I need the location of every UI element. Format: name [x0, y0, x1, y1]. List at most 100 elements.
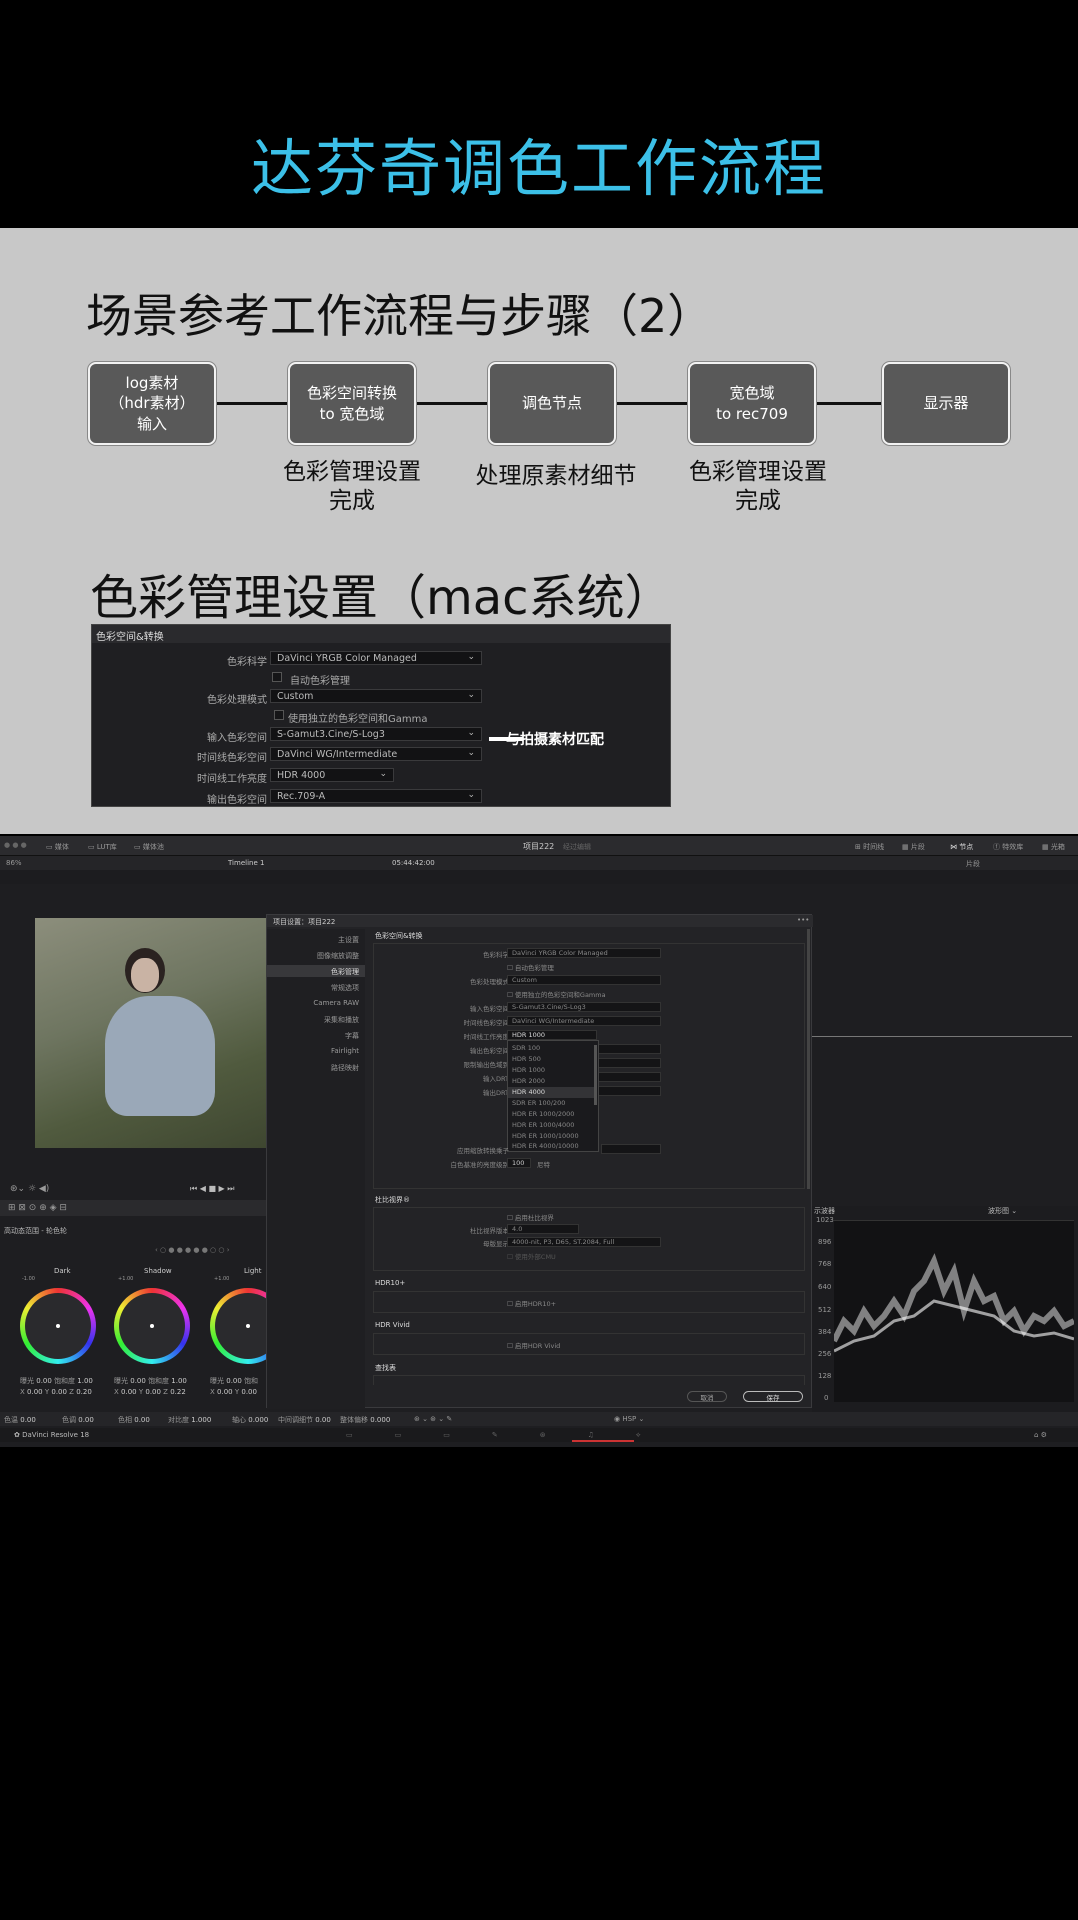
- effects-button[interactable]: ⓕ 特效库: [993, 842, 1023, 852]
- sidebar-item-subtitles[interactable]: 字幕: [345, 1031, 359, 1041]
- color-science-select[interactable]: DaVinci YRGB Color Managed: [507, 948, 661, 958]
- row-label: 母版显示: [483, 1240, 509, 1248]
- wheel-center[interactable]: [56, 1324, 60, 1328]
- sidebar-item-color-management[interactable]: 色彩管理: [331, 967, 359, 977]
- dropdown-scrollbar[interactable]: [594, 1045, 597, 1105]
- cm-check-label: 自动色彩管理: [290, 676, 350, 687]
- param-temp[interactable]: 色温 0.00: [4, 1415, 36, 1425]
- param-offset[interactable]: 整体偏移 0.000: [340, 1415, 390, 1425]
- nodes-button[interactable]: ⋈ 节点: [950, 842, 973, 852]
- window-controls[interactable]: ● ● ●: [4, 841, 27, 849]
- sidebar-item-scaling[interactable]: 图像缩放调整: [317, 951, 359, 961]
- vivid-enable-check[interactable]: ☐ 启用HDR Vivid: [507, 1340, 560, 1350]
- auto-color-check[interactable]: ☐ 自动色彩管理: [507, 962, 554, 972]
- white-level-input[interactable]: 100: [507, 1158, 531, 1168]
- playback-controls[interactable]: ⏮ ◀ ■ ▶ ⏭: [190, 1184, 234, 1194]
- input-colorspace-select[interactable]: S-Gamut3.Cine/S-Log3 ⌄: [270, 727, 482, 741]
- external-cmu-check[interactable]: ☐ 使用外部CMU: [507, 1251, 556, 1261]
- timeline-colorspace-select[interactable]: DaVinci WG/Intermediate ⌄: [270, 747, 482, 761]
- limit-gamut-select[interactable]: [597, 1058, 661, 1068]
- dropdown-option[interactable]: HDR ER 1000/2000: [512, 1110, 574, 1118]
- processing-mode-select[interactable]: Custom: [507, 975, 661, 985]
- output-colorspace-select[interactable]: [597, 1044, 661, 1054]
- vivid-section-title: HDR Vivid: [375, 1321, 410, 1329]
- dolby-enable-check[interactable]: ☐ 启用杜比视界: [507, 1212, 554, 1222]
- sidebar-item-camera-raw[interactable]: Camera RAW: [313, 999, 359, 1007]
- sidebar-item-capture[interactable]: 采集和播放: [324, 1015, 359, 1025]
- mediapool-button[interactable]: ▭ 媒体池: [134, 842, 164, 852]
- timeline-colorspace-select[interactable]: DaVinci WG/Intermediate: [507, 1016, 661, 1026]
- scale-select[interactable]: [601, 1144, 661, 1154]
- color-wheel-shadow[interactable]: [114, 1288, 190, 1364]
- axis-tick: 512: [818, 1306, 832, 1314]
- auto-color-checkbox[interactable]: [272, 672, 282, 682]
- row-label: 输入DRT: [482, 1075, 509, 1083]
- dropdown-option[interactable]: HDR ER 1000/4000: [512, 1121, 574, 1129]
- dropdown-option[interactable]: HDR 1000: [512, 1066, 545, 1074]
- color-science-select[interactable]: DaVinci YRGB Color Managed ⌄: [270, 651, 482, 665]
- node-line: [812, 1036, 1072, 1037]
- chevron-down-icon: ⌄: [467, 728, 475, 738]
- axis-tick: 768: [818, 1260, 832, 1268]
- lut-button[interactable]: ▭ LUT库: [88, 842, 117, 852]
- wheel-params[interactable]: 曝光 0.00 饱和: [210, 1376, 258, 1386]
- playback-options-icon[interactable]: ⊛⌄ ☼ ◀): [10, 1184, 49, 1194]
- home-settings-icons[interactable]: ⌂ ⚙: [1034, 1431, 1047, 1439]
- hdr10-enable-check[interactable]: ☐ 启用HDR10+: [507, 1298, 556, 1308]
- dropdown-option[interactable]: HDR ER 1000/10000: [512, 1132, 579, 1140]
- color-page-tab[interactable]: [572, 1428, 634, 1442]
- wheel-xy[interactable]: X 0.00 Y 0.00: [210, 1388, 257, 1396]
- dropdown-option[interactable]: HDR 4000: [512, 1088, 545, 1096]
- wheel-center[interactable]: [150, 1324, 154, 1328]
- param-contrast[interactable]: 对比度 1.000: [168, 1415, 211, 1425]
- processing-mode-select[interactable]: Custom ⌄: [270, 689, 482, 703]
- separate-gamma-check[interactable]: ☐ 使用独立的色彩空间和Gamma: [507, 989, 606, 999]
- wheel-params[interactable]: 曝光 0.00 饱和度 1.00: [114, 1376, 187, 1386]
- wheel-xy[interactable]: X 0.00 Y 0.00 Z 0.22: [114, 1388, 186, 1396]
- dropdown-option[interactable]: HDR 2000: [512, 1077, 545, 1085]
- timeline-view-button[interactable]: ⊞ 时间线: [855, 842, 884, 852]
- timeline-luminance-select[interactable]: HDR 4000 ⌄: [270, 768, 394, 782]
- color-wheel-dark[interactable]: [20, 1288, 96, 1364]
- dolby-version-select[interactable]: 4.0: [507, 1224, 579, 1234]
- save-button[interactable]: 保存: [743, 1391, 803, 1402]
- clip-filter[interactable]: 片段: [966, 859, 980, 869]
- lightbox-button[interactable]: ▦ 光箱: [1042, 842, 1065, 852]
- subject-dress: [105, 996, 215, 1116]
- separate-gamma-checkbox[interactable]: [274, 710, 284, 720]
- sidebar-item-path-mapping[interactable]: 路径映射: [331, 1063, 359, 1073]
- clips-button[interactable]: ▦ 片段: [902, 842, 925, 852]
- curve-tools-icons[interactable]: ⊛ ⌄ ⊛ ⌄ ✎: [414, 1415, 452, 1423]
- wheel-xy[interactable]: X 0.00 Y 0.00 Z 0.20: [20, 1388, 92, 1396]
- timeline-luminance-select[interactable]: HDR 1000: [507, 1030, 597, 1040]
- more-icon[interactable]: •••: [797, 916, 809, 924]
- grading-tools-icons[interactable]: ⊞ ⊠ ⊙ ⊕ ◈ ⊟: [8, 1203, 67, 1213]
- zoom-select[interactable]: 86%: [6, 859, 22, 867]
- dropdown-option[interactable]: SDR 100: [512, 1044, 540, 1052]
- media-button[interactable]: ▭ 媒体: [46, 842, 69, 852]
- dialog-scrollbar[interactable]: [807, 929, 810, 1189]
- sidebar-item-general-options[interactable]: 常规选项: [331, 983, 359, 993]
- sidebar-item-general[interactable]: 主设置: [338, 935, 359, 945]
- input-colorspace-select[interactable]: S-Gamut3.Cine/S-Log3: [507, 1002, 661, 1012]
- hsp-select[interactable]: ◉ HSP ⌄: [614, 1415, 644, 1423]
- wheel-params[interactable]: 曝光 0.00 饱和度 1.00: [20, 1376, 93, 1386]
- wheel-center[interactable]: [246, 1324, 250, 1328]
- input-drt-select[interactable]: [597, 1072, 661, 1082]
- timeline-select[interactable]: Timeline 1: [228, 859, 264, 867]
- dropdown-option[interactable]: SDR ER 100/200: [512, 1099, 565, 1107]
- param-tint[interactable]: 色调 0.00: [62, 1415, 94, 1425]
- param-middetail[interactable]: 中间调细节 0.00: [278, 1415, 331, 1425]
- dropdown-option[interactable]: HDR ER 4000/10000: [512, 1142, 579, 1150]
- param-hue[interactable]: 色相 0.00: [118, 1415, 150, 1425]
- transport-bar: ⊛⌄ ☼ ◀) ⏮ ◀ ■ ▶ ⏭: [8, 1184, 268, 1196]
- scope-mode-select[interactable]: 波形图 ⌄: [988, 1206, 1017, 1216]
- output-colorspace-select[interactable]: Rec.709-A ⌄: [270, 789, 482, 803]
- param-pivot[interactable]: 轴心 0.000: [232, 1415, 268, 1425]
- sidebar-item-fairlight[interactable]: Fairlight: [331, 1047, 359, 1055]
- wheel-zone-dots[interactable]: ‹ ○ ● ● ● ● ● ○ ○ ›: [155, 1246, 230, 1254]
- output-drt-select[interactable]: [597, 1086, 661, 1096]
- dropdown-option[interactable]: HDR 500: [512, 1055, 541, 1063]
- mastering-display-select[interactable]: 4000-nit, P3, D65, ST.2084, Full: [507, 1237, 661, 1247]
- cancel-button[interactable]: 取消: [687, 1391, 727, 1402]
